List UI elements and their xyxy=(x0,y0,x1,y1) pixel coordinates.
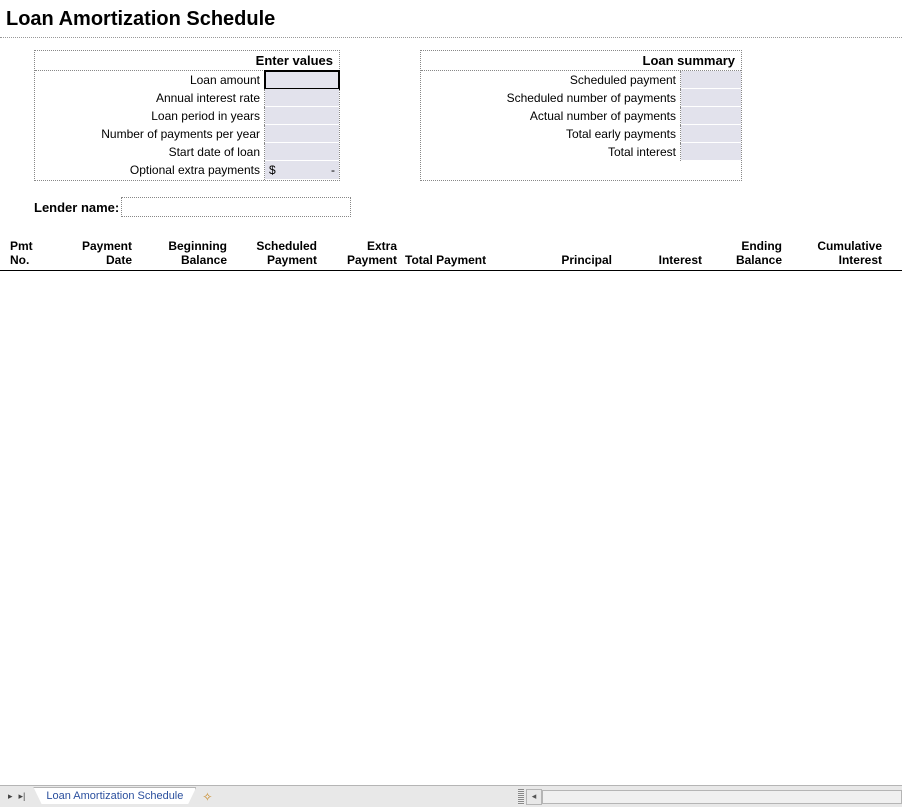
payments-per-year-input[interactable] xyxy=(265,125,339,143)
actual-num-value xyxy=(681,107,741,125)
col-principal: Principal xyxy=(521,253,616,267)
loan-amount-label: Loan amount xyxy=(35,71,265,89)
scroll-track[interactable] xyxy=(542,790,902,804)
loan-summary-block: Loan summary Scheduled payment Scheduled… xyxy=(420,50,742,181)
total-early-value xyxy=(681,125,741,143)
scroll-left-button[interactable]: ◂ xyxy=(526,789,542,805)
tab-split-handle[interactable] xyxy=(518,789,524,805)
col-cumulative-interest: CumulativeInterest xyxy=(786,239,886,268)
tab-nav-arrows: ▸ ▸| xyxy=(0,791,33,802)
loan-period-label: Loan period in years xyxy=(35,107,265,125)
sheet-tab-active[interactable]: Loan Amortization Schedule xyxy=(33,787,196,804)
annual-rate-input[interactable] xyxy=(265,89,339,107)
sheet-tab-bar: ▸ ▸| Loan Amortization Schedule ✧ ◂ xyxy=(0,785,902,807)
loan-summary-header: Loan summary xyxy=(421,51,741,71)
col-scheduled-payment: ScheduledPayment xyxy=(231,239,321,268)
lender-name-input[interactable] xyxy=(121,197,351,217)
col-beginning-balance: BeginningBalance xyxy=(136,239,231,268)
title-divider xyxy=(0,37,902,38)
col-interest: Interest xyxy=(616,253,706,267)
schedule-header: PmtNo. PaymentDate BeginningBalance Sche… xyxy=(0,239,902,271)
total-interest-label: Total interest xyxy=(421,143,681,161)
scheduled-payment-label: Scheduled payment xyxy=(421,71,681,89)
loan-amount-input[interactable] xyxy=(265,71,339,89)
last-tab-icon[interactable]: ▸| xyxy=(19,791,26,802)
horizontal-scrollbar: ◂ xyxy=(516,789,902,805)
scheduled-payment-value xyxy=(681,71,741,89)
first-tab-icon[interactable]: ▸ xyxy=(8,791,13,802)
enter-values-header: Enter values xyxy=(35,51,339,71)
actual-num-label: Actual number of payments xyxy=(421,107,681,125)
annual-rate-label: Annual interest rate xyxy=(35,89,265,107)
start-date-label: Start date of loan xyxy=(35,143,265,161)
col-extra-payment: ExtraPayment xyxy=(321,239,401,268)
lender-name-label: Lender name: xyxy=(34,200,121,215)
total-interest-value xyxy=(681,143,741,161)
scheduled-num-label: Scheduled number of payments xyxy=(421,89,681,107)
col-ending-balance: EndingBalance xyxy=(706,239,786,268)
extra-payments-input[interactable]: $ - xyxy=(265,161,339,180)
payments-per-year-label: Number of payments per year xyxy=(35,125,265,143)
loan-period-input[interactable] xyxy=(265,107,339,125)
page-title: Loan Amortization Schedule xyxy=(0,0,902,37)
currency-prefix: $ xyxy=(269,163,276,177)
total-early-label: Total early payments xyxy=(421,125,681,143)
col-pmt-no: PmtNo. xyxy=(6,239,46,268)
col-payment-date: PaymentDate xyxy=(46,239,136,268)
scheduled-num-value xyxy=(681,89,741,107)
currency-value: - xyxy=(331,163,335,177)
lender-row: Lender name: xyxy=(0,197,902,217)
col-total-payment: Total Payment xyxy=(401,253,521,267)
new-sheet-icon[interactable]: ✧ xyxy=(202,790,212,804)
start-date-input[interactable] xyxy=(265,143,339,161)
inputs-area: Enter values Loan amount Annual interest… xyxy=(0,44,902,181)
enter-values-block: Enter values Loan amount Annual interest… xyxy=(34,50,340,181)
extra-payments-label: Optional extra payments xyxy=(35,161,265,180)
